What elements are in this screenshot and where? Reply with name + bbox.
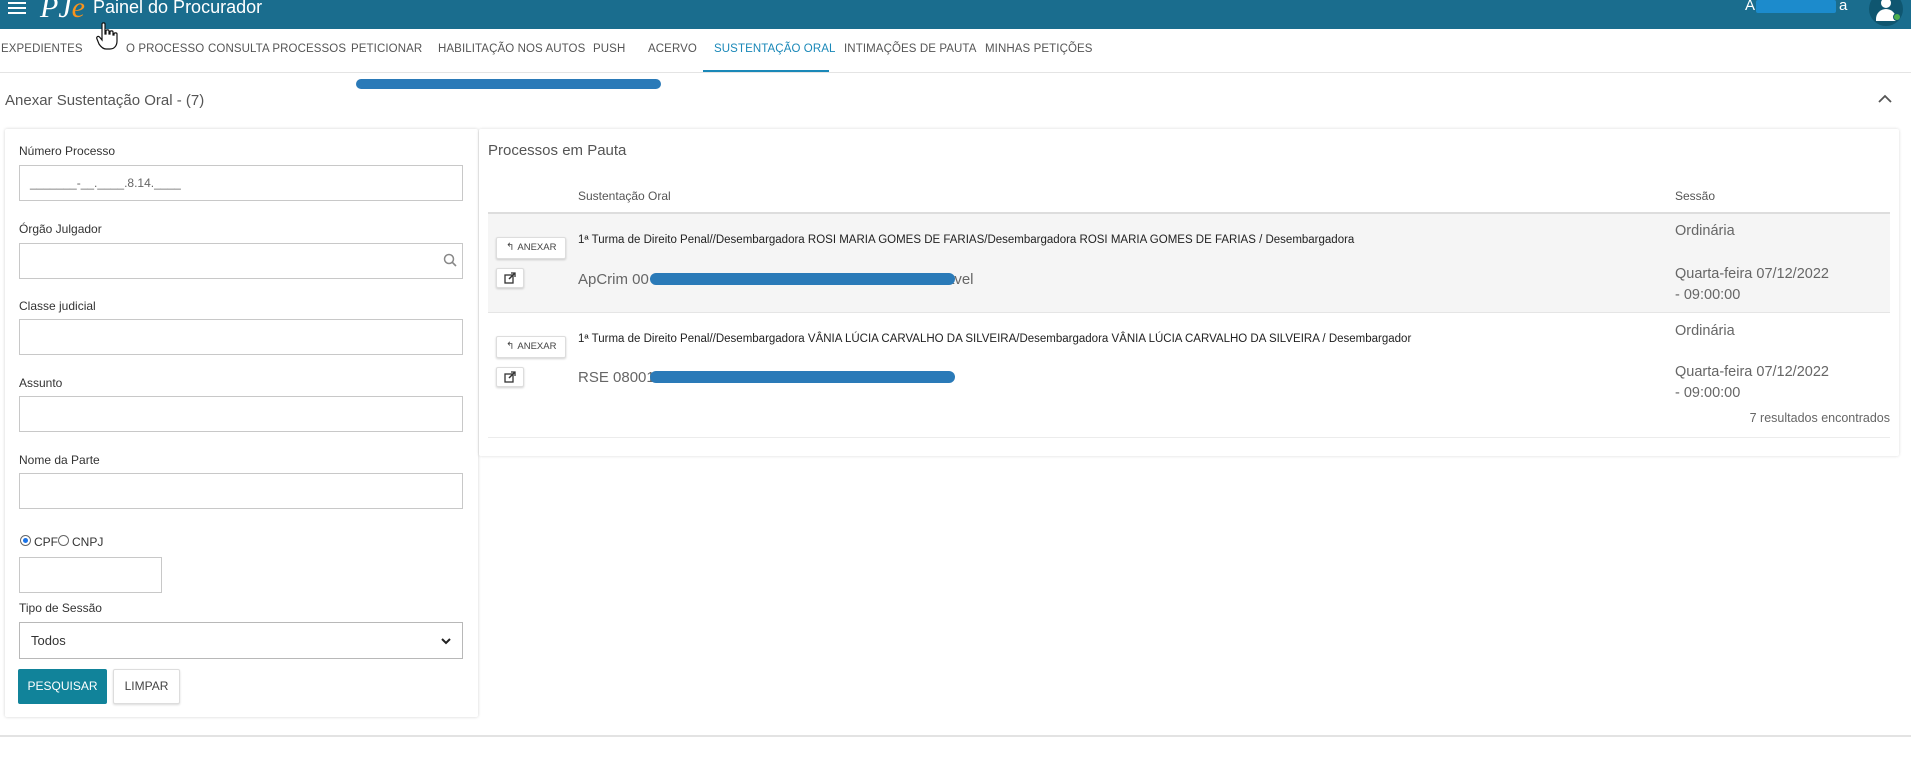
external-edit-icon — [504, 371, 516, 383]
cnpj-radio-label: CNPJ — [72, 535, 104, 549]
results-count: 7 resultados encontrados — [1749, 411, 1890, 425]
tipo-sessao-select[interactable]: Todos — [19, 622, 463, 659]
edit-button[interactable] — [496, 367, 524, 387]
tab-sustentacao-oral[interactable]: SUSTENTAÇÃO ORAL — [714, 43, 836, 55]
loading-bar — [356, 79, 661, 89]
cnpj-radio[interactable] — [58, 535, 69, 546]
user-avatar-icon[interactable] — [1869, 0, 1903, 26]
active-tab-indicator — [703, 70, 829, 72]
user-name-suffix[interactable]: a — [1839, 0, 1847, 14]
panel-title: Anexar Sustentação Oral - (7) — [5, 92, 205, 109]
external-edit-icon — [504, 272, 516, 284]
edit-button[interactable] — [496, 268, 524, 288]
tab-intimacoes-de-pauta[interactable]: INTIMAÇÕES DE PAUTA — [844, 43, 976, 55]
sessao-tipo: Ordinária — [1675, 223, 1735, 239]
tab-consulta-processos[interactable]: CONSULTA PROCESSOS — [208, 43, 346, 55]
chevron-down-icon — [441, 638, 451, 645]
orgao-julgador-text: 1ª Turma de Direito Penal//Desembargador… — [578, 234, 1355, 246]
column-header-sessao[interactable]: Sessão — [1675, 189, 1715, 203]
tab-acervo[interactable]: ACERVO — [648, 43, 697, 55]
numero-processo-label: Número Processo — [19, 144, 116, 158]
nome-parte-label: Nome da Parte — [19, 453, 100, 467]
clear-button[interactable]: LIMPAR — [113, 669, 180, 704]
user-name-redaction — [1756, 0, 1836, 13]
classe-judicial-label: Classe judicial — [19, 299, 96, 313]
main-nav: EXPEDIENTES O PROCESSO CONSULTA PROCESSO… — [0, 29, 1911, 73]
documento-input[interactable] — [19, 557, 162, 593]
sessao-data: Quarta-feira 07/12/2022 — [1675, 266, 1829, 282]
anexar-button[interactable]: ↰ ANEXAR — [496, 237, 566, 259]
processo-redaction — [650, 273, 955, 285]
app-title: Painel do Procurador — [93, 0, 263, 17]
orgao-julgador-text: 1ª Turma de Direito Penal//Desembargador… — [578, 333, 1412, 345]
sessao-tipo: Ordinária — [1675, 323, 1735, 339]
sessao-hora: - 09:00:00 — [1675, 385, 1741, 401]
sessao-hora: - 09:00:00 — [1675, 287, 1741, 303]
tab-processo[interactable]: O PROCESSO — [126, 43, 204, 55]
orgao-julgador-input[interactable] — [19, 243, 463, 279]
tab-expedientes[interactable]: EXPEDIENTES — [1, 43, 83, 55]
cpf-radio-label: CPF — [34, 535, 58, 549]
assunto-input[interactable] — [19, 396, 463, 432]
tab-habilitacao-nos-autos[interactable]: HABILITAÇÃO NOS AUTOS — [438, 43, 585, 55]
table-footer-divider — [488, 437, 1890, 438]
user-name-initial[interactable]: A — [1745, 0, 1755, 14]
anexar-button[interactable]: ↰ ANEXAR — [496, 336, 566, 358]
classe-judicial-input[interactable] — [19, 319, 463, 355]
tab-peticionar[interactable]: PETICIONAR — [351, 43, 422, 55]
processo-number-prefix[interactable]: ApCrim 00 — [578, 271, 649, 288]
hand-cursor-icon — [96, 22, 118, 50]
sessao-data: Quarta-feira 07/12/2022 — [1675, 364, 1829, 380]
processo-redaction — [650, 371, 955, 383]
hamburger-menu-icon[interactable] — [8, 0, 28, 16]
reply-icon: ↰ — [506, 341, 515, 352]
tipo-sessao-label: Tipo de Sessão — [19, 601, 102, 615]
numero-processo-input[interactable]: _______-__.____.8.14.____ — [19, 165, 463, 201]
cpf-radio[interactable] — [20, 535, 31, 546]
results-title: Processos em Pauta — [488, 142, 627, 159]
chevron-up-icon[interactable] — [1877, 92, 1893, 106]
online-status-icon — [1893, 13, 1901, 21]
search-button[interactable]: PESQUISAR — [18, 669, 107, 704]
top-header-bar: PJe Painel do Procurador A a — [0, 0, 1911, 29]
row-divider — [488, 312, 1890, 313]
reply-icon: ↰ — [506, 242, 515, 253]
orgao-julgador-label: Órgão Julgador — [19, 222, 102, 236]
nome-parte-input[interactable] — [19, 473, 463, 509]
tab-push[interactable]: PUSH — [593, 43, 625, 55]
tab-minhas-peticoes[interactable]: MINHAS PETIÇÕES — [985, 43, 1093, 55]
assunto-label: Assunto — [19, 376, 63, 390]
pje-logo[interactable]: PJe — [40, 0, 85, 25]
column-header-sustentacao[interactable]: Sustentação Oral — [578, 189, 671, 203]
search-icon[interactable] — [443, 253, 457, 267]
